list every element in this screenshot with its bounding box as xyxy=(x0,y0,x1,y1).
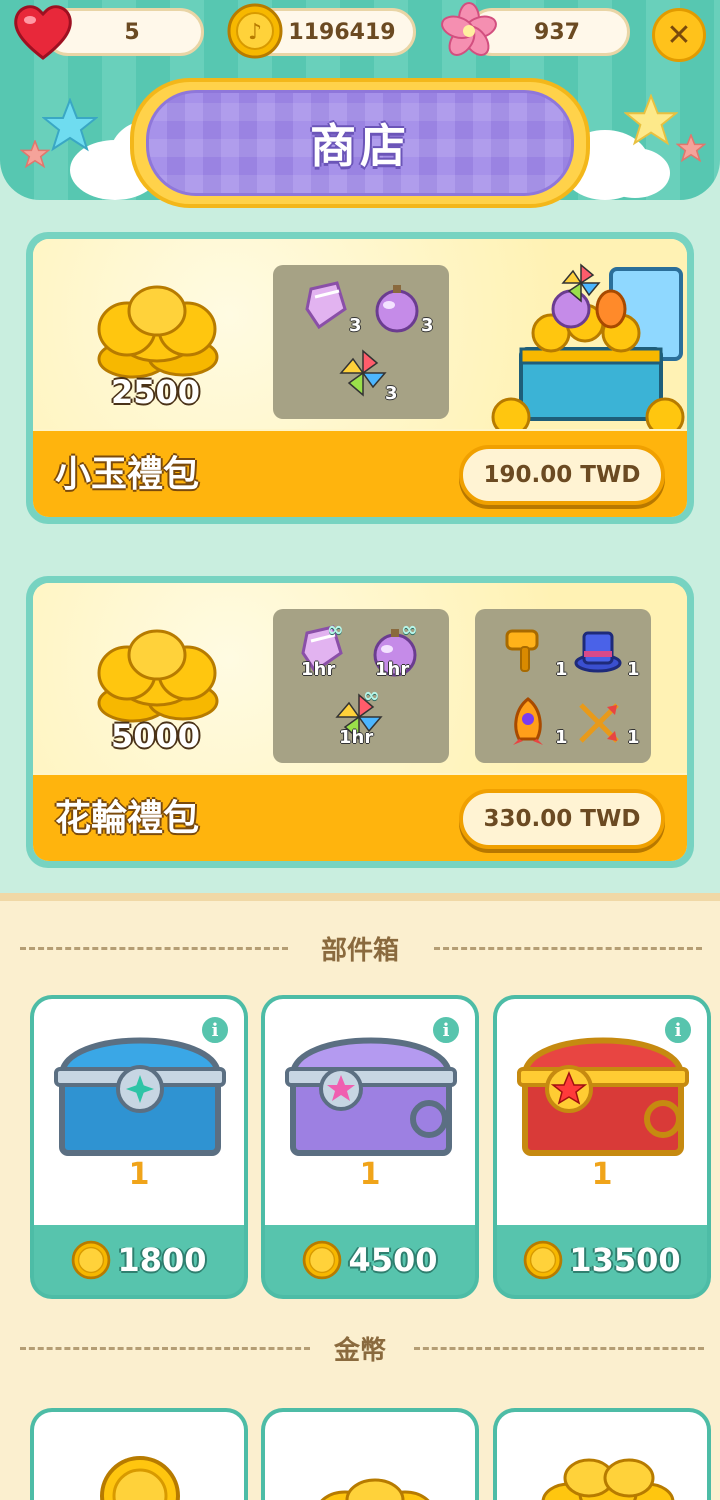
item-duration: 1hr xyxy=(301,659,336,680)
star-icon xyxy=(624,94,678,146)
pack-card[interactable]: 5000 ∞ 1hr ∞ 1hr ∞ 1hr 1 1 1 1 花輪禮包 330.… xyxy=(26,576,694,868)
coin-offer-card[interactable] xyxy=(493,1408,711,1500)
chest-price-bar: 4500 xyxy=(265,1225,475,1295)
cloud-decoration xyxy=(600,148,670,198)
coin-pile-icon xyxy=(97,629,219,723)
pack-card-body: 2500 3 3 3 小玉禮包 190.00 TWD xyxy=(33,239,687,517)
star-icon xyxy=(42,98,98,152)
chest-card-body: 1 i 13500 xyxy=(497,999,707,1295)
section-title: 金幣 xyxy=(317,1329,402,1367)
title-banner: 商店 xyxy=(146,90,574,196)
info-button[interactable]: i xyxy=(431,1015,461,1045)
item-count: 3 xyxy=(385,383,398,404)
star-icon xyxy=(676,134,706,162)
dashed-divider xyxy=(414,1347,704,1350)
bomb-booster-icon xyxy=(375,285,419,333)
section-title: 部件箱 xyxy=(304,929,415,967)
parts-section-header: 部件箱 xyxy=(0,928,720,968)
gold-coin-icon xyxy=(303,1240,342,1280)
info-icon: i xyxy=(674,1019,682,1041)
arrows-icon xyxy=(579,703,619,743)
infinite-icon: ∞ xyxy=(363,683,380,707)
chest-price: 13500 xyxy=(569,1241,681,1279)
coin-pile-icon xyxy=(100,1456,180,1500)
chest-card-body: 1 i 1800 xyxy=(34,999,244,1295)
pack-name: 小玉禮包 xyxy=(55,454,200,495)
chest-card-body: 1 i 4500 xyxy=(265,999,475,1295)
treasure-chest-icon xyxy=(491,263,685,429)
close-icon: ✕ xyxy=(666,17,692,53)
info-icon: i xyxy=(211,1019,219,1041)
crystal-booster-icon xyxy=(305,281,347,330)
pack-footer: 小玉禮包 190.00 TWD xyxy=(33,431,687,517)
pack-items-box: 3 3 3 xyxy=(273,265,449,419)
coin-offer-body xyxy=(265,1412,475,1500)
sakura-icon xyxy=(441,2,497,56)
chest-price-bar: 13500 xyxy=(497,1225,707,1295)
item-count: 3 xyxy=(421,315,434,336)
info-icon: i xyxy=(442,1019,450,1041)
chest-count: 1 xyxy=(128,1157,150,1192)
chest-count: 1 xyxy=(591,1157,613,1192)
pack-timed-items-box: ∞ 1hr ∞ 1hr ∞ 1hr xyxy=(273,609,449,763)
dashed-divider xyxy=(20,1347,310,1350)
pack-coin-amount: 2500 xyxy=(111,373,201,411)
item-count: 1 xyxy=(555,659,568,680)
magic-hat-icon xyxy=(574,631,622,673)
item-duration: 1hr xyxy=(375,659,410,680)
pinwheel-booster-icon xyxy=(339,349,387,397)
hearts-value: 5 xyxy=(124,19,140,45)
coin-pile-icon xyxy=(541,1458,675,1500)
dashed-divider xyxy=(434,947,702,950)
chest-card-blue[interactable]: 1 i 1800 xyxy=(30,995,248,1299)
pack-tools-box: 1 1 1 1 xyxy=(475,609,651,763)
item-count: 3 xyxy=(349,315,362,336)
close-button[interactable]: ✕ xyxy=(652,8,706,62)
pack-card-body: 5000 ∞ 1hr ∞ 1hr ∞ 1hr 1 1 1 1 花輪禮包 330.… xyxy=(33,583,687,861)
pack-footer: 花輪禮包 330.00 TWD xyxy=(33,775,687,861)
infinite-icon: ∞ xyxy=(327,617,344,641)
star-icon xyxy=(20,140,50,168)
item-duration: 1hr xyxy=(339,727,374,748)
coin-offer-card[interactable] xyxy=(261,1408,479,1500)
pack-card[interactable]: 2500 3 3 3 小玉禮包 190.00 TWD xyxy=(26,232,694,524)
price-label: 330.00 TWD xyxy=(483,806,641,832)
buy-button[interactable]: 330.00 TWD xyxy=(459,789,665,849)
coin-offer-card[interactable] xyxy=(30,1408,248,1500)
info-button[interactable]: i xyxy=(663,1015,693,1045)
coins-value: 1196419 xyxy=(288,19,396,45)
price-label: 190.00 TWD xyxy=(483,462,641,488)
coin-pile-icon xyxy=(320,1478,430,1500)
item-count: 1 xyxy=(555,727,568,748)
gold-coin-icon: ♪ xyxy=(227,3,283,59)
page-title: 商店 xyxy=(310,119,410,173)
infinite-icon: ∞ xyxy=(401,617,418,641)
pack-name: 花輪禮包 xyxy=(55,798,200,839)
svg-text:♪: ♪ xyxy=(248,20,262,45)
gold-coin-icon xyxy=(72,1240,111,1280)
coin-offer-body xyxy=(497,1412,707,1500)
section-divider xyxy=(0,893,720,901)
coin-pile-icon xyxy=(97,285,219,379)
chest-card-purple[interactable]: 1 i 4500 xyxy=(261,995,479,1299)
heart-icon xyxy=(14,5,72,60)
buy-button[interactable]: 190.00 TWD xyxy=(459,445,665,505)
chest-card-red[interactable]: 1 i 13500 xyxy=(493,995,711,1299)
pack-coin-amount: 5000 xyxy=(111,717,201,755)
item-count: 1 xyxy=(627,659,640,680)
rocket-icon xyxy=(513,697,543,745)
chest-price: 1800 xyxy=(117,1241,207,1279)
coins-section-header: 金幣 xyxy=(0,1328,720,1368)
hammer-icon xyxy=(505,629,539,672)
item-count: 1 xyxy=(627,727,640,748)
gold-coin-icon xyxy=(524,1240,563,1280)
chest-count: 1 xyxy=(359,1157,381,1192)
chest-price-bar: 1800 xyxy=(34,1225,244,1295)
dashed-divider xyxy=(20,947,288,950)
chest-price: 4500 xyxy=(348,1241,438,1279)
sakura-value: 937 xyxy=(534,19,580,45)
info-button[interactable]: i xyxy=(200,1015,230,1045)
coin-offer-body xyxy=(34,1412,244,1500)
